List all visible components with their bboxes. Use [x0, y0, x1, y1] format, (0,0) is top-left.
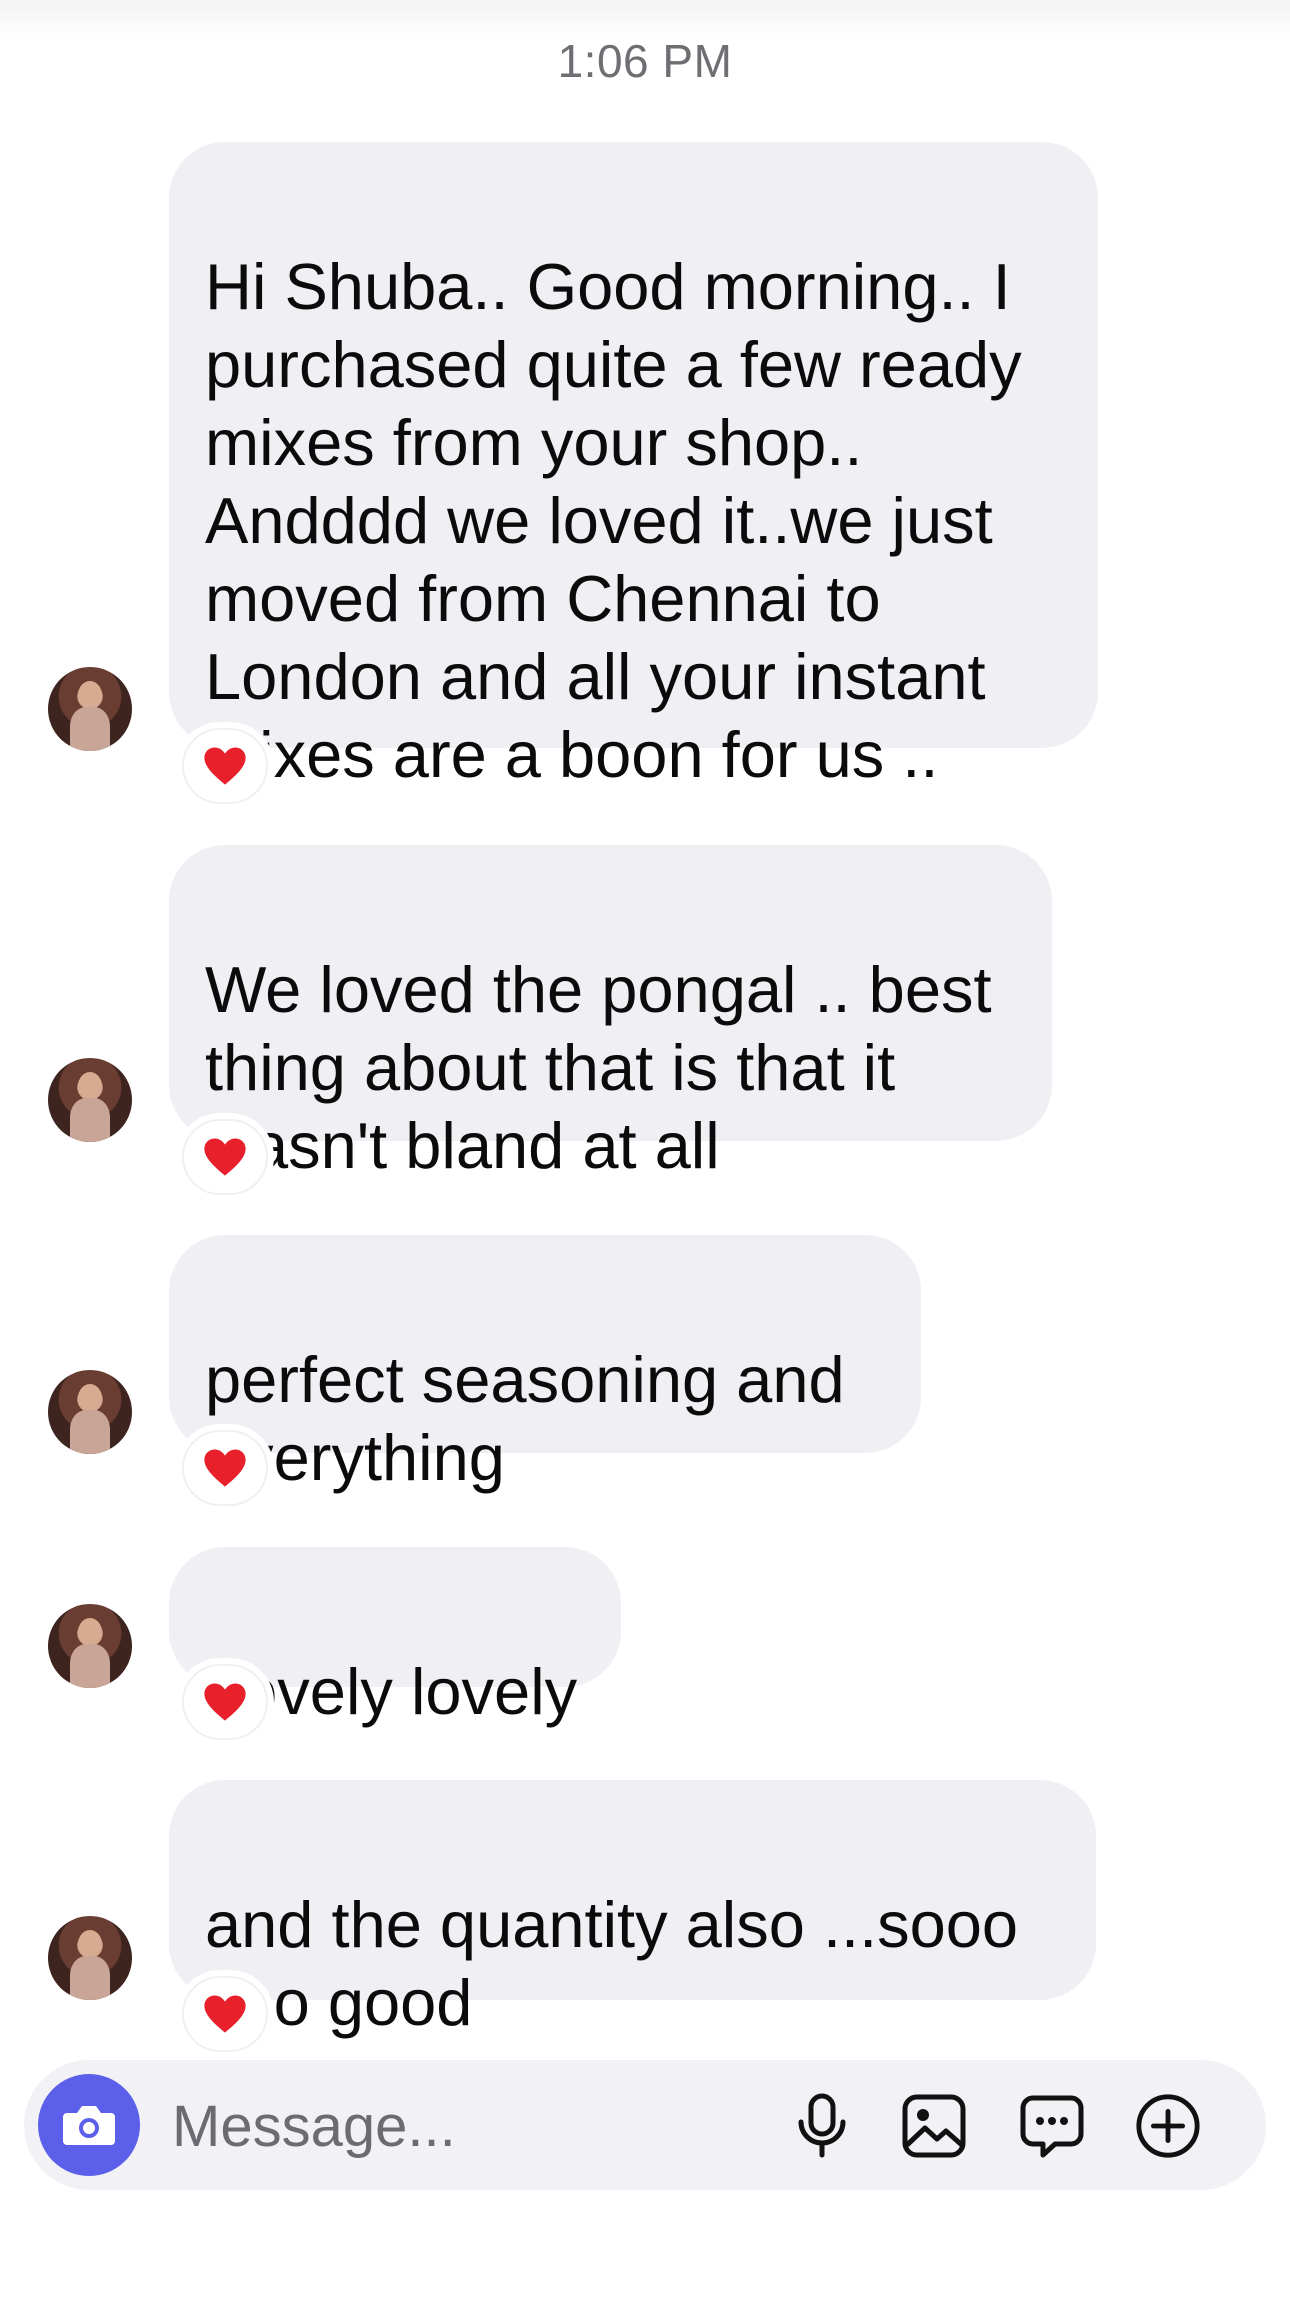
message-text: perfect seasoning and everything	[205, 1343, 845, 1494]
heart-reaction[interactable]	[182, 1119, 268, 1195]
heart-icon	[204, 1683, 246, 1721]
camera-button[interactable]	[38, 2074, 140, 2176]
heart-icon	[204, 1449, 246, 1487]
microphone-icon	[798, 2093, 846, 2158]
message-text: We loved the pongal .. best thing about …	[205, 953, 992, 1182]
sender-avatar[interactable]	[48, 1604, 132, 1688]
message-composer	[24, 2060, 1266, 2190]
microphone-button[interactable]	[788, 2092, 856, 2160]
message-bubble[interactable]: Hi Shuba.. Good morning.. I purchased qu…	[169, 142, 1098, 791]
plus-circle-icon	[1136, 2094, 1200, 2158]
message-timestamp: 1:06 PM	[557, 35, 733, 87]
message-bubble[interactable]: and the quantity also ...sooo soo good	[169, 1780, 1096, 2039]
gallery-button[interactable]	[900, 2092, 968, 2160]
message-text: and the quantity also ...sooo soo good	[205, 1888, 1019, 2039]
more-button[interactable]	[1134, 2092, 1202, 2160]
sender-avatar[interactable]	[48, 1058, 132, 1142]
message-text: Hi Shuba.. Good morning.. I purchased qu…	[205, 250, 1022, 791]
heart-reaction[interactable]	[182, 1664, 268, 1740]
heart-reaction[interactable]	[182, 1430, 268, 1506]
heart-icon	[204, 747, 246, 785]
heart-reaction[interactable]	[182, 728, 268, 804]
heart-icon	[204, 1138, 246, 1176]
sender-avatar[interactable]	[48, 1916, 132, 2000]
message-bubble[interactable]: We loved the pongal .. best thing about …	[169, 845, 1052, 1182]
sender-avatar[interactable]	[48, 667, 132, 751]
sticker-message-icon	[1020, 2095, 1084, 2158]
heart-icon	[204, 1995, 246, 2033]
message-bubble[interactable]: perfect seasoning and everything	[169, 1235, 921, 1494]
sticker-button[interactable]	[1018, 2092, 1086, 2160]
message-input[interactable]	[170, 2085, 734, 2167]
image-icon	[902, 2094, 966, 2158]
camera-icon	[63, 2106, 115, 2145]
sender-avatar[interactable]	[48, 1370, 132, 1454]
heart-reaction[interactable]	[182, 1976, 268, 2052]
